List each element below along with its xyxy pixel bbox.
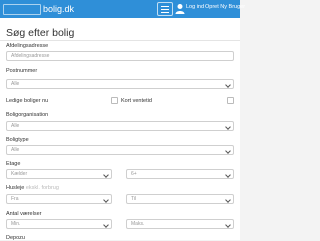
kort-checkbox[interactable]	[227, 97, 234, 104]
chevron-down-icon	[103, 172, 109, 178]
site-logo[interactable]: bolig.dk	[3, 3, 74, 15]
etage-to-select[interactable]: 6+	[126, 169, 234, 179]
chevron-down-icon	[103, 222, 109, 228]
address-label: Afdelingsadresse	[6, 43, 49, 49]
hamburger-menu-icon[interactable]	[157, 2, 173, 16]
rooms-max-value: Maks.	[131, 221, 145, 227]
etage-label: Etage	[6, 161, 21, 167]
husleje-label: Husleje ekskl. forbrug	[6, 185, 59, 191]
address-input[interactable]: Afdelingsadresse	[6, 51, 234, 61]
rooms-min-select[interactable]: Min.	[6, 219, 112, 229]
org-label: Boligorganisation	[6, 112, 49, 118]
postnr-value: Alle	[11, 81, 20, 87]
kort-label: Kort ventetid	[121, 98, 152, 104]
chevron-down-icon	[225, 172, 231, 178]
chevron-down-icon	[225, 124, 231, 130]
ledige-label: Ledige boliger nu	[6, 98, 49, 104]
org-value: Alle	[11, 123, 20, 129]
next-section-label: Depozu	[6, 235, 25, 241]
husleje-title: Husleje	[6, 185, 25, 191]
postnr-select[interactable]: Alle	[6, 79, 234, 89]
chevron-down-icon	[225, 197, 231, 203]
chevron-down-icon	[103, 197, 109, 203]
type-label: Boligtype	[6, 137, 29, 143]
etage-from-value: Kælder	[11, 171, 28, 177]
husleje-to-select[interactable]: Til	[126, 194, 234, 204]
etage-to-value: 6+	[131, 171, 137, 177]
husleje-sub: ekskl. forbrug	[25, 185, 59, 191]
husleje-from-select[interactable]: Fra	[6, 194, 112, 204]
create-user-link[interactable]: Opret Ny Bruger	[205, 4, 245, 10]
rooms-max-select[interactable]: Maks.	[126, 219, 234, 229]
postnr-label: Postnummer	[6, 68, 38, 74]
login-link[interactable]: Log ind	[186, 4, 204, 10]
etage-from-select[interactable]: Kælder	[6, 169, 112, 179]
husleje-from-value: Fra	[11, 196, 19, 202]
husleje-to-value: Til	[131, 196, 137, 202]
rooms-label: Antal værelser	[6, 211, 42, 217]
ledige-checkbox[interactable]	[111, 97, 118, 104]
logo-subtitle: bolig.dk	[43, 4, 75, 14]
type-value: Alle	[11, 147, 20, 153]
rooms-min-value: Min.	[11, 221, 21, 227]
chevron-down-icon	[225, 82, 231, 88]
org-select[interactable]: Alle	[6, 121, 234, 131]
chevron-down-icon	[225, 148, 231, 154]
top-navbar: bolig.dk Log ind Opret Ny Bruger	[0, 0, 245, 18]
divider	[0, 40, 240, 41]
type-select[interactable]: Alle	[6, 145, 234, 155]
logo-mark	[3, 3, 41, 15]
page-title: Søg efter bolig	[6, 27, 75, 39]
chevron-down-icon	[225, 222, 231, 228]
user-icon[interactable]	[175, 3, 185, 14]
